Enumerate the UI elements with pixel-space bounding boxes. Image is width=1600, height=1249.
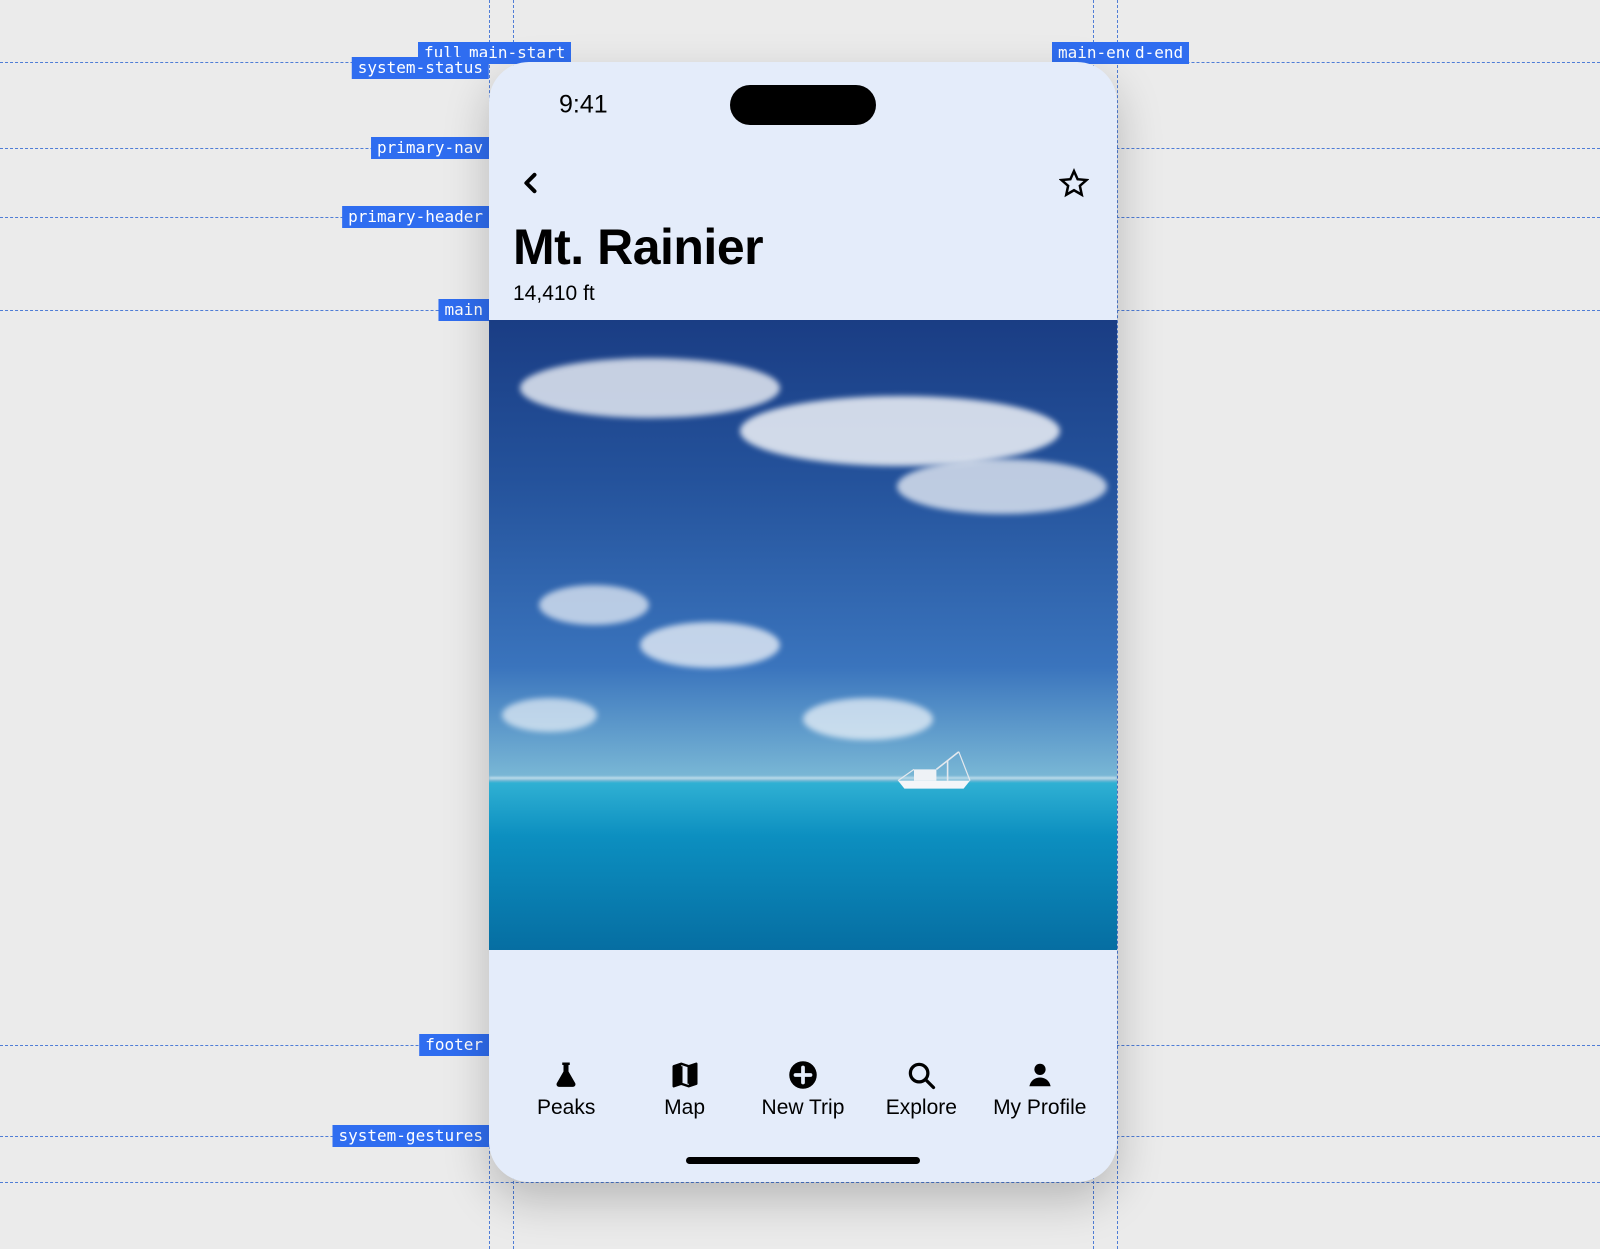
guide-label-d-end: d-end [1129,42,1189,64]
tab-map[interactable]: Map [637,1060,733,1120]
guide-label-main-start: main-start [463,42,571,64]
tab-label: Explore [886,1096,957,1120]
home-indicator[interactable] [686,1157,920,1164]
star-icon [1059,168,1089,198]
search-icon [906,1060,936,1090]
plus-circle-icon [788,1060,818,1090]
flask-icon [551,1060,581,1090]
tab-my-profile[interactable]: My Profile [992,1060,1088,1120]
tab-peaks[interactable]: Peaks [518,1060,614,1120]
tab-label: Peaks [537,1096,595,1120]
primary-header: Mt. Rainier 14,410 ft [489,218,1117,320]
back-button[interactable] [513,165,549,201]
footer-tabbar: Peaks Map New Trip Explore My Profile [489,1044,1117,1136]
guide-label-primary-nav: primary-nav [371,137,489,159]
hero-image [489,320,1117,950]
guide-label-system-status: system-status [352,57,489,79]
page-title: Mt. Rainier [513,218,1093,276]
guide-label-main: main [438,299,489,321]
guide-label-footer: footer [419,1034,489,1056]
guide-label-system-gestures: system-gestures [333,1125,490,1147]
guide-label-main-end: main-end [1052,42,1141,64]
page-subtitle: 14,410 ft [513,282,1093,306]
status-bar: 9:41 [489,62,1117,148]
guide-label-primary-header: primary-header [342,206,489,228]
status-time: 9:41 [559,91,608,120]
primary-nav [489,148,1117,218]
guide-vertical [1117,0,1118,1249]
phone-frame: 9:41 Mt. Rainier 14,410 ft [489,62,1117,1182]
favorite-button[interactable] [1055,164,1093,202]
guide-horizontal [0,1182,1600,1183]
tab-explore[interactable]: Explore [873,1060,969,1120]
guide-label-fullb: fullb [418,42,478,64]
person-icon [1025,1060,1055,1090]
tab-label: My Profile [993,1096,1086,1120]
tab-label: Map [664,1096,705,1120]
tab-label: New Trip [762,1096,845,1120]
dynamic-island [730,85,876,125]
chevron-left-icon [517,169,545,197]
map-icon [670,1060,700,1090]
tab-new-trip[interactable]: New Trip [755,1060,851,1120]
